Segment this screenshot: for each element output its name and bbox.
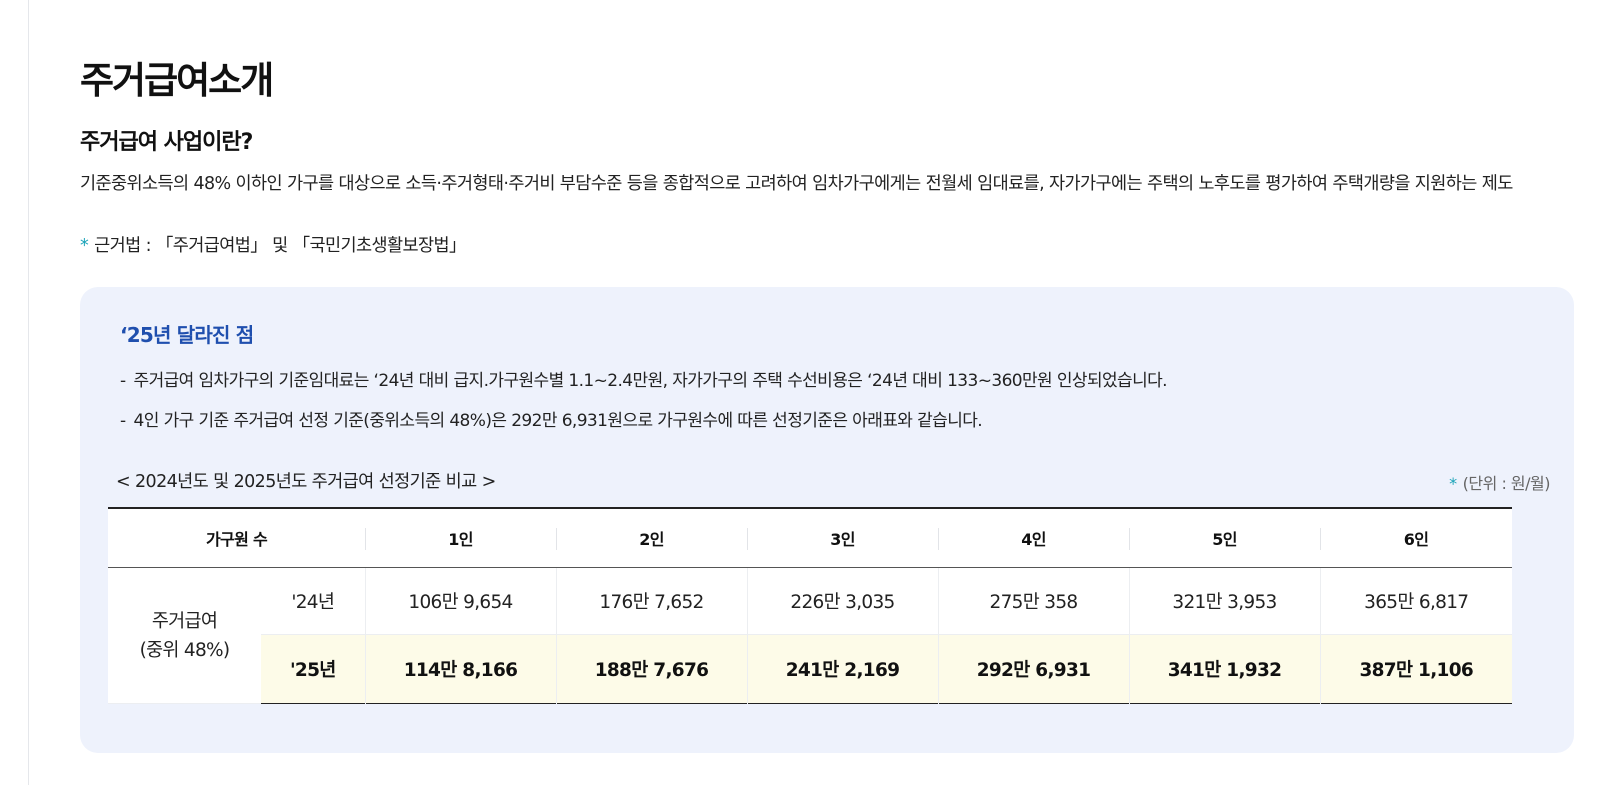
bullet-dash: - [120, 411, 126, 431]
row-group-label: 주거급여 (중위 48%) [108, 567, 261, 704]
legal-basis-text: 근거법 : 「주거급여법」 및 「국민기초생활보장법」 [94, 236, 466, 256]
left-divider [28, 0, 29, 785]
header-cell: 5인 [1129, 508, 1321, 568]
value-cell: 292만 6,931 [937, 634, 1130, 704]
table-header-row: 가구원 수 1인 2인 3인 4인 5인 6인 [108, 508, 1513, 568]
changes-title: ‘25년 달라진 점 [120, 323, 254, 347]
table-caption: < 2024년도 및 2025년도 주거급여 선정기준 비교 > [116, 472, 496, 492]
value-cell: 275만 358 [937, 567, 1130, 635]
changes-panel: ‘25년 달라진 점 - 주거급여 임차가구의 기준임대료는 ‘24년 대비 급지… [80, 287, 1574, 753]
table-row: '25년 114만 8,166 188만 7,676 241만 2,169 29… [108, 634, 1513, 704]
value-cell: 365만 6,817 [1319, 567, 1513, 635]
header-household-size: 가구원 수 [108, 508, 366, 568]
header-cell: 1인 [365, 508, 557, 568]
value-cell: 226만 3,035 [746, 567, 939, 635]
value-cell: 321만 3,953 [1128, 567, 1321, 635]
value-cell: 106만 9,654 [364, 567, 557, 635]
value-cell: 241만 2,169 [746, 634, 939, 704]
row-group-line2: (중위 48%) [139, 639, 231, 661]
header-cell: 6인 [1320, 508, 1513, 568]
value-cell: 387만 1,106 [1319, 634, 1513, 704]
header-cell: 2인 [556, 508, 748, 568]
bullet-dash: - [120, 371, 126, 391]
change-item: - 주거급여 임차가구의 기준임대료는 ‘24년 대비 급지.가구원수별 1.1~… [120, 366, 1168, 391]
value-cell: 176만 7,652 [555, 567, 748, 635]
asterisk-icon: * [1449, 474, 1457, 493]
header-cell: 4인 [938, 508, 1130, 568]
row-group-line1: 주거급여 [151, 610, 218, 632]
section-title: 주거급여 사업이란? [80, 130, 253, 155]
unit-text: (단위 : 원/월) [1462, 474, 1551, 493]
value-cell: 341만 1,932 [1128, 634, 1321, 704]
value-cell: 114만 8,166 [364, 634, 557, 704]
header-cell: 3인 [747, 508, 939, 568]
change-item-text: 4인 가구 기준 주거급여 선정 기준(중위소득의 48%)은 292만 6,9… [133, 411, 983, 431]
legal-basis: * 근거법 : 「주거급여법」 및 「국민기초생활보장법」 [80, 232, 467, 257]
asterisk-icon: * [80, 236, 89, 256]
year-cell: '24년 [261, 567, 366, 635]
year-cell: '25년 [261, 634, 366, 704]
criteria-table: 가구원 수 1인 2인 3인 4인 5인 6인 주거급여 (중위 48%) '2… [108, 507, 1513, 704]
change-item-text: 주거급여 임차가구의 기준임대료는 ‘24년 대비 급지.가구원수별 1.1~2… [133, 371, 1168, 391]
table-row: 주거급여 (중위 48%) '24년 106만 9,654 176만 7,652… [108, 567, 1513, 704]
change-item: -4인 가구 기준 주거급여 선정 기준(중위소득의 48%)은 292만 6,… [120, 406, 983, 431]
value-cell: 188만 7,676 [555, 634, 748, 704]
program-description: 기준중위소득의 48% 이하인 가구를 대상으로 소득·주거형태·주거비 부담수… [80, 174, 1513, 194]
page-title: 주거급여소개 [80, 59, 274, 102]
unit-note: * (단위 : 원/월) [1449, 470, 1550, 494]
